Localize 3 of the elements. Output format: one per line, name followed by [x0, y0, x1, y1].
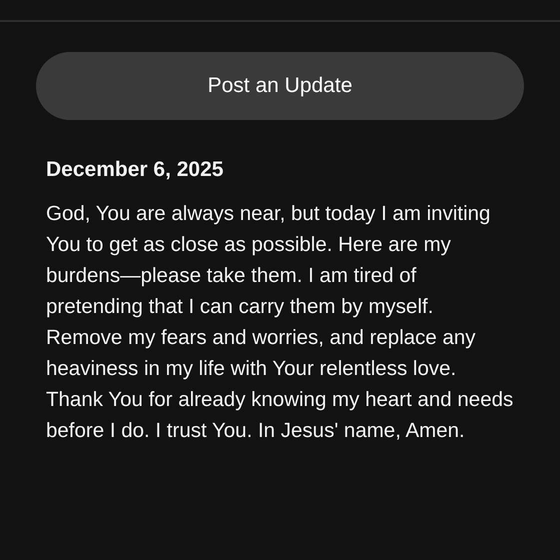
entry-text: God, You are always near, but today I am inviting You to get as close as possible. Here are my burdens—please take them. I am tired of pretending that I can carry them by myself. Remove my fears and worries, and replace any heaviness in my life with Your relentless love. Thank You for already knowing my heart and needs before I do. I trust You. In Jesus' name, Amen.: [46, 201, 514, 444]
post-update-button[interactable]: Post an Update: [36, 52, 524, 120]
entry-date: December 6, 2025: [46, 158, 224, 182]
